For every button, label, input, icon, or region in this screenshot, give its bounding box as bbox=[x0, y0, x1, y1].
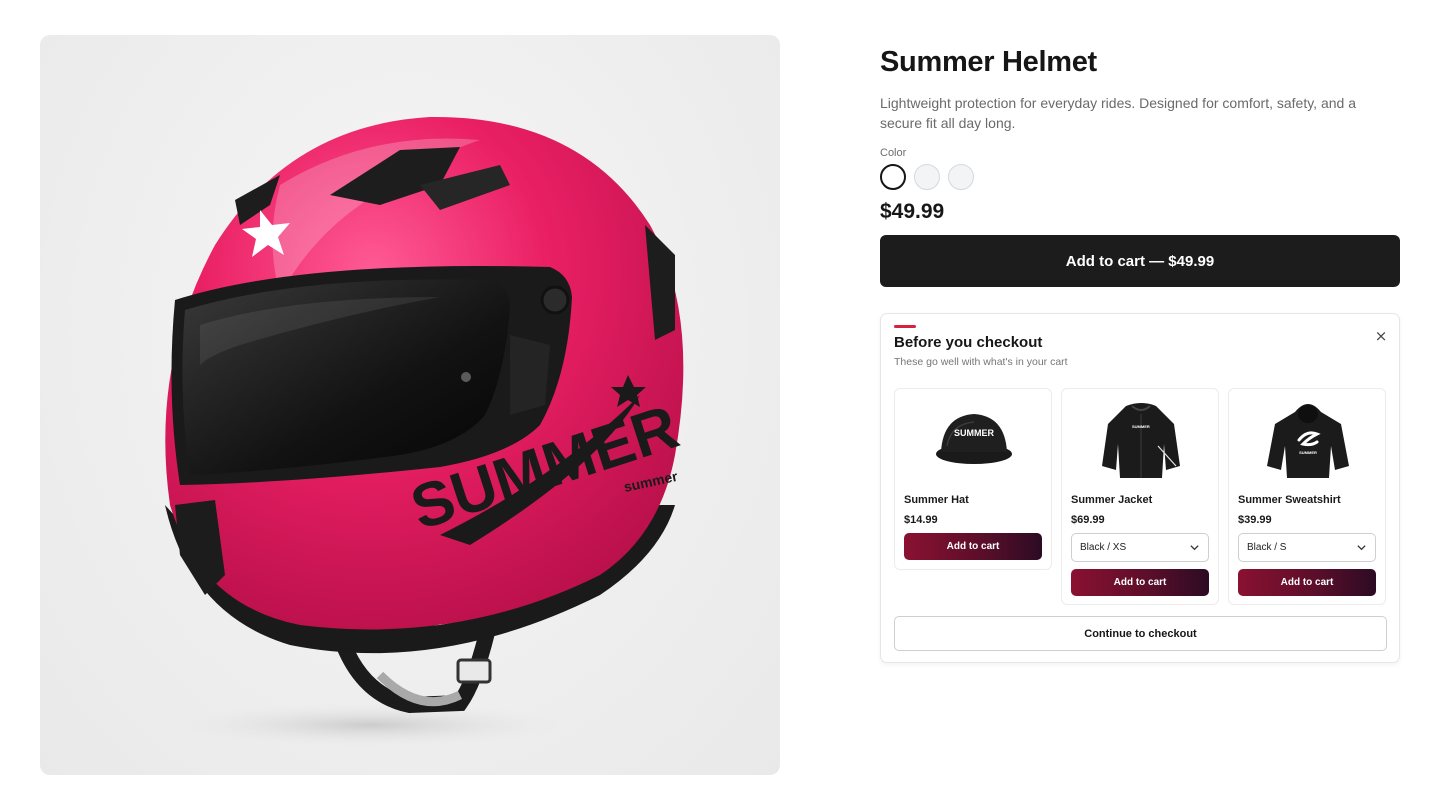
color-label: Color bbox=[880, 147, 907, 159]
chevron-down-icon bbox=[1357, 545, 1366, 551]
jacket-logo-text: SUMMER bbox=[1132, 424, 1150, 429]
chevron-down-icon bbox=[1190, 545, 1199, 551]
color-swatch-3[interactable] bbox=[948, 164, 974, 190]
black-cap-icon: SUMMER bbox=[936, 414, 1012, 464]
sweatshirt-logo-text: SUMMER bbox=[1299, 450, 1317, 455]
helmet-illustration: SUMMER summer bbox=[165, 116, 686, 747]
sweatshirt-add-to-cart-button[interactable]: Add to cart bbox=[1238, 569, 1376, 596]
hat-name: Summer Hat bbox=[904, 494, 969, 506]
hat-add-to-cart-button[interactable]: Add to cart bbox=[904, 533, 1042, 560]
hat-thumbnail: SUMMER bbox=[895, 389, 1053, 489]
color-swatches bbox=[880, 164, 1400, 190]
upsell-panel: Before you checkout These go well with w… bbox=[880, 313, 1400, 663]
sweatshirt-thumbnail: SUMMER bbox=[1229, 389, 1387, 489]
black-hoodie-icon: SUMMER bbox=[1267, 404, 1349, 478]
sweatshirt-variant-value: Black / S bbox=[1247, 542, 1287, 553]
continue-to-checkout-button[interactable]: Continue to checkout bbox=[894, 616, 1387, 651]
jacket-variant-select[interactable]: Black / XS bbox=[1071, 533, 1209, 562]
product-info: Summer Helmet Lightweight protection for… bbox=[880, 46, 1400, 287]
color-swatch-2[interactable] bbox=[914, 164, 940, 190]
sweatshirt-variant-select[interactable]: Black / S bbox=[1238, 533, 1376, 562]
product-title: Summer Helmet bbox=[880, 46, 1097, 78]
sweatshirt-name: Summer Sweatshirt bbox=[1238, 494, 1341, 506]
product-image: SUMMER summer bbox=[40, 35, 780, 775]
upsell-card-sweatshirt: SUMMER Summer Sweatshirt $39.99 Black / … bbox=[1228, 388, 1386, 605]
jacket-thumbnail: SUMMER bbox=[1062, 389, 1220, 489]
black-jacket-icon: SUMMER bbox=[1102, 403, 1180, 478]
sweatshirt-price: $39.99 bbox=[1238, 514, 1272, 526]
upsell-subtitle: These go well with what's in your cart bbox=[894, 356, 1068, 368]
close-icon[interactable]: × bbox=[1373, 328, 1389, 344]
upsell-title: Before you checkout bbox=[894, 334, 1043, 351]
hat-logo-text: SUMMER bbox=[954, 428, 994, 438]
product-price: $49.99 bbox=[880, 200, 945, 223]
upsell-card-hat: SUMMER Summer Hat $14.99 Add to cart bbox=[894, 388, 1052, 570]
color-swatch-1[interactable] bbox=[880, 164, 906, 190]
jacket-price: $69.99 bbox=[1071, 514, 1105, 526]
accent-bar bbox=[894, 325, 916, 328]
jacket-variant-value: Black / XS bbox=[1080, 542, 1127, 553]
jacket-name: Summer Jacket bbox=[1071, 494, 1153, 506]
product-description: Lightweight protection for everyday ride… bbox=[880, 95, 1356, 131]
upsell-card-jacket: SUMMER Summer Jacket $69.99 Black / XS A… bbox=[1061, 388, 1219, 605]
hat-price: $14.99 bbox=[904, 514, 938, 526]
jacket-add-to-cart-button[interactable]: Add to cart bbox=[1071, 569, 1209, 596]
add-to-cart-button[interactable]: Add to cart — $49.99 bbox=[880, 235, 1400, 287]
